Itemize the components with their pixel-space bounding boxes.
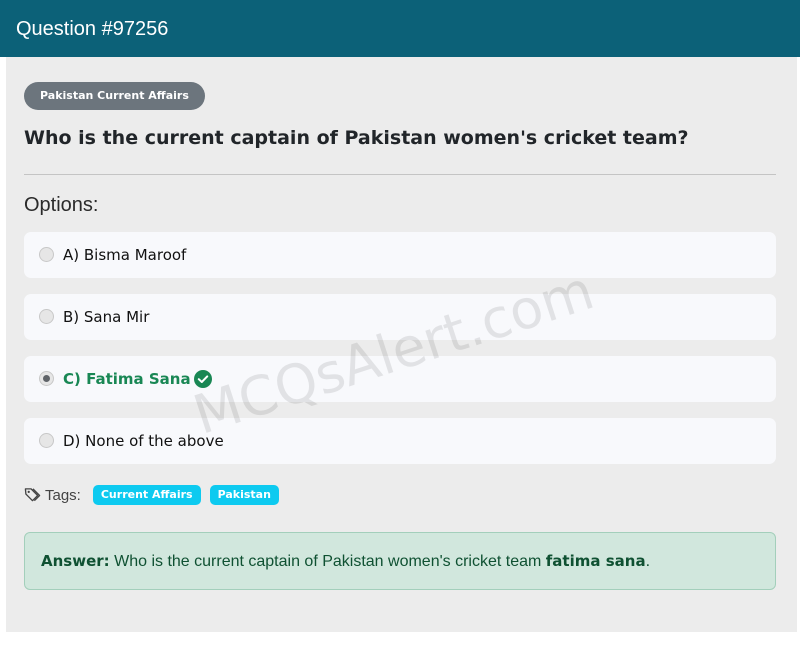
option-d[interactable]: D) None of the above: [24, 418, 776, 464]
question-number-title: Question #97256: [16, 18, 169, 40]
option-label: B) Sana Mir: [63, 308, 150, 326]
category-badge[interactable]: Pakistan Current Affairs: [24, 82, 205, 110]
radio-icon[interactable]: [39, 309, 54, 324]
tags-label: Tags:: [45, 486, 81, 504]
tag-current-affairs[interactable]: Current Affairs: [92, 485, 201, 505]
question-card: Pakistan Current Affairs Who is the curr…: [6, 57, 797, 632]
answer-text: Who is the current captain of Pakistan w…: [109, 553, 546, 570]
answer-box: Answer: Who is the current captain of Pa…: [24, 532, 776, 590]
option-label: C) Fatima Sana: [63, 370, 191, 388]
answer-label: Answer:: [41, 552, 110, 570]
option-label: D) None of the above: [63, 432, 224, 450]
option-c[interactable]: C) Fatima Sana: [24, 356, 776, 402]
option-label: A) Bisma Maroof: [63, 246, 187, 264]
tags-row: Tags: Current Affairs Pakistan: [24, 484, 288, 506]
answer-end: .: [645, 553, 651, 570]
answer-highlight: fatima sana: [545, 552, 646, 570]
radio-icon[interactable]: [39, 433, 54, 448]
check-circle-icon: [194, 370, 212, 388]
divider: [24, 174, 776, 175]
radio-icon[interactable]: [39, 247, 54, 262]
tags-icon: [24, 487, 41, 501]
tag-pakistan[interactable]: Pakistan: [209, 485, 279, 505]
option-b[interactable]: B) Sana Mir: [24, 294, 776, 340]
question-text: Who is the current captain of Pakistan w…: [24, 127, 689, 149]
radio-checked-icon[interactable]: [39, 371, 54, 386]
page-header: Question #97256: [0, 0, 800, 57]
option-a[interactable]: A) Bisma Maroof: [24, 232, 776, 278]
options-heading: Options:: [24, 194, 99, 216]
